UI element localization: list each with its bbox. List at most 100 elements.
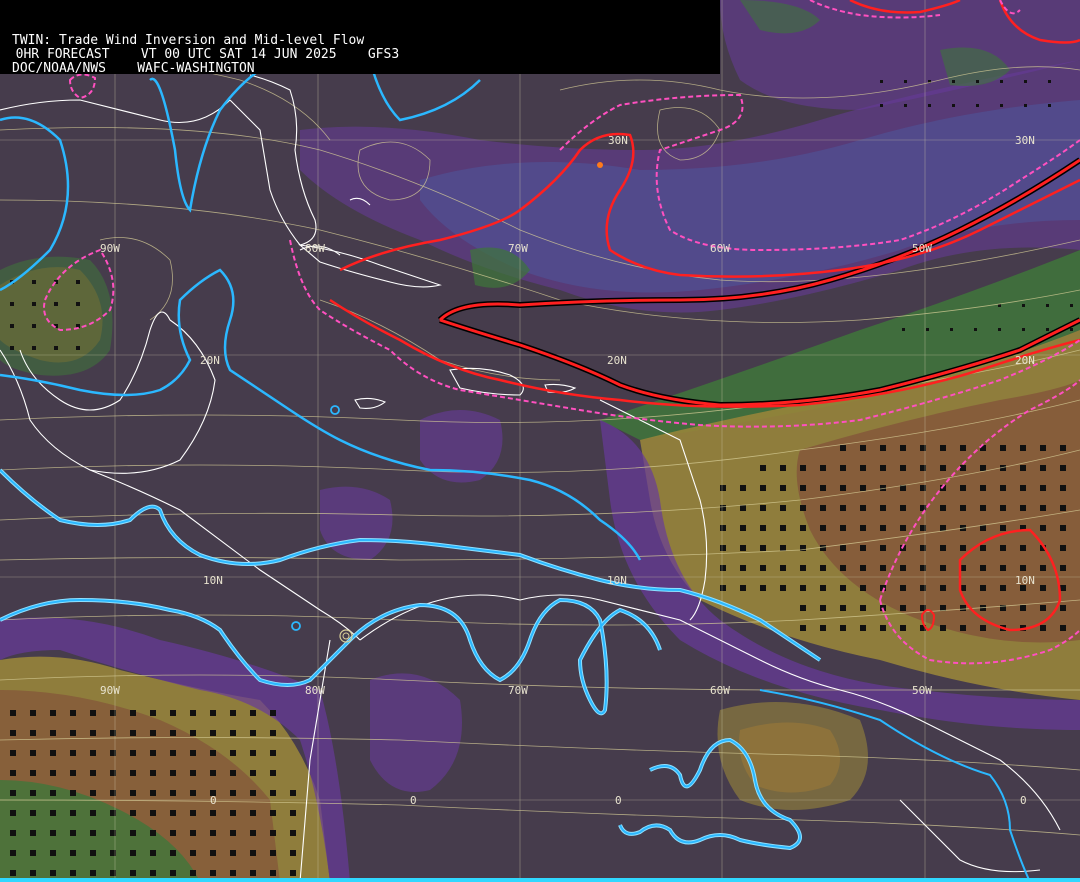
stipple-square bbox=[250, 830, 256, 836]
stipple-square bbox=[54, 302, 58, 306]
stipple-square bbox=[150, 710, 156, 716]
stipple-square bbox=[30, 790, 36, 796]
map-viewport: { "header": { "title": "TWIN: Trade Wind… bbox=[0, 0, 1080, 882]
stipple-square bbox=[230, 850, 236, 856]
stipple-square bbox=[902, 328, 905, 331]
stipple-square bbox=[290, 870, 296, 876]
stipple-square bbox=[130, 870, 136, 876]
stipple-square bbox=[50, 750, 56, 756]
stipple-square bbox=[960, 625, 966, 631]
stipple-square bbox=[760, 565, 766, 571]
stipple-square bbox=[30, 850, 36, 856]
stipple-square bbox=[190, 850, 196, 856]
stipple-square bbox=[974, 328, 977, 331]
label-lon-80w-a: 80W bbox=[305, 242, 325, 255]
stipple-square bbox=[1000, 485, 1006, 491]
stipple-square bbox=[800, 465, 806, 471]
stipple-square bbox=[76, 346, 80, 350]
stipple-square bbox=[150, 730, 156, 736]
stipple-square bbox=[860, 545, 866, 551]
stipple-square bbox=[780, 545, 786, 551]
stipple-square bbox=[1020, 545, 1026, 551]
stipple-square bbox=[230, 870, 236, 876]
label-lat-30n-a: 30N bbox=[608, 134, 628, 147]
stipple-square bbox=[840, 565, 846, 571]
stipple-square bbox=[840, 525, 846, 531]
stipple-square bbox=[1060, 585, 1066, 591]
stipple-square bbox=[840, 625, 846, 631]
label-lat-30n-b: 30N bbox=[1015, 134, 1035, 147]
stipple-square bbox=[720, 505, 726, 511]
stipple-square bbox=[760, 465, 766, 471]
stipple-square bbox=[230, 710, 236, 716]
stipple-square bbox=[780, 485, 786, 491]
stipple-square bbox=[50, 870, 56, 876]
stipple-square bbox=[130, 790, 136, 796]
stipple-square bbox=[230, 790, 236, 796]
stipple-square bbox=[1022, 328, 1025, 331]
stipple-square bbox=[32, 324, 36, 328]
stipple-square bbox=[1040, 565, 1046, 571]
stipple-square bbox=[230, 770, 236, 776]
stipple-square bbox=[76, 280, 80, 284]
label-lon-80w-b: 80W bbox=[305, 684, 325, 697]
stipple-square bbox=[210, 810, 216, 816]
stipple-square bbox=[740, 545, 746, 551]
stipple-square bbox=[210, 730, 216, 736]
stipple-square bbox=[170, 790, 176, 796]
label-lon-70w-a: 70W bbox=[508, 242, 528, 255]
label-lon-50w-a: 50W bbox=[912, 242, 932, 255]
stipple-square bbox=[980, 505, 986, 511]
stipple-square bbox=[250, 710, 256, 716]
stipple-square bbox=[980, 465, 986, 471]
stipple-square bbox=[230, 830, 236, 836]
stipple-square bbox=[1020, 505, 1026, 511]
stipple-square bbox=[860, 605, 866, 611]
stipple-square bbox=[130, 810, 136, 816]
stipple-square bbox=[880, 545, 886, 551]
stipple-square bbox=[90, 810, 96, 816]
stipple-square bbox=[270, 850, 276, 856]
stipple-square bbox=[998, 328, 1001, 331]
stipple-square bbox=[190, 750, 196, 756]
stipple-square bbox=[980, 545, 986, 551]
stipple-square bbox=[960, 605, 966, 611]
stipple-square bbox=[290, 850, 296, 856]
stipple-square bbox=[190, 870, 196, 876]
label-lon-60w-b: 60W bbox=[710, 684, 730, 697]
stipple-square bbox=[880, 445, 886, 451]
stipple-square bbox=[250, 730, 256, 736]
stipple-square bbox=[190, 830, 196, 836]
stipple-square bbox=[980, 625, 986, 631]
stipple-square bbox=[740, 505, 746, 511]
stipple-square bbox=[90, 730, 96, 736]
stipple-square bbox=[1000, 104, 1003, 107]
stipple-square bbox=[940, 505, 946, 511]
stipple-square bbox=[230, 750, 236, 756]
stipple-square bbox=[10, 870, 16, 876]
stipple-square bbox=[270, 870, 276, 876]
stipple-square bbox=[250, 750, 256, 756]
stipple-square bbox=[900, 565, 906, 571]
stipple-square bbox=[70, 870, 76, 876]
stipple-square bbox=[1070, 328, 1073, 331]
stipple-square bbox=[270, 830, 276, 836]
stipple-square bbox=[840, 585, 846, 591]
stipple-square bbox=[30, 870, 36, 876]
stipple-square bbox=[30, 830, 36, 836]
stipple-square bbox=[820, 545, 826, 551]
label-lon-90w-b: 90W bbox=[100, 684, 120, 697]
stipple-square bbox=[130, 850, 136, 856]
stipple-square bbox=[940, 465, 946, 471]
stipple-square bbox=[1020, 605, 1026, 611]
stipple-square bbox=[250, 790, 256, 796]
stipple-square bbox=[70, 790, 76, 796]
stipple-square bbox=[820, 525, 826, 531]
stipple-square bbox=[1060, 465, 1066, 471]
stipple-square bbox=[1040, 485, 1046, 491]
stipple-square bbox=[860, 485, 866, 491]
orange-point-marker bbox=[597, 162, 603, 168]
stipple-square bbox=[940, 445, 946, 451]
stipple-square bbox=[32, 302, 36, 306]
stipple-square bbox=[54, 346, 58, 350]
